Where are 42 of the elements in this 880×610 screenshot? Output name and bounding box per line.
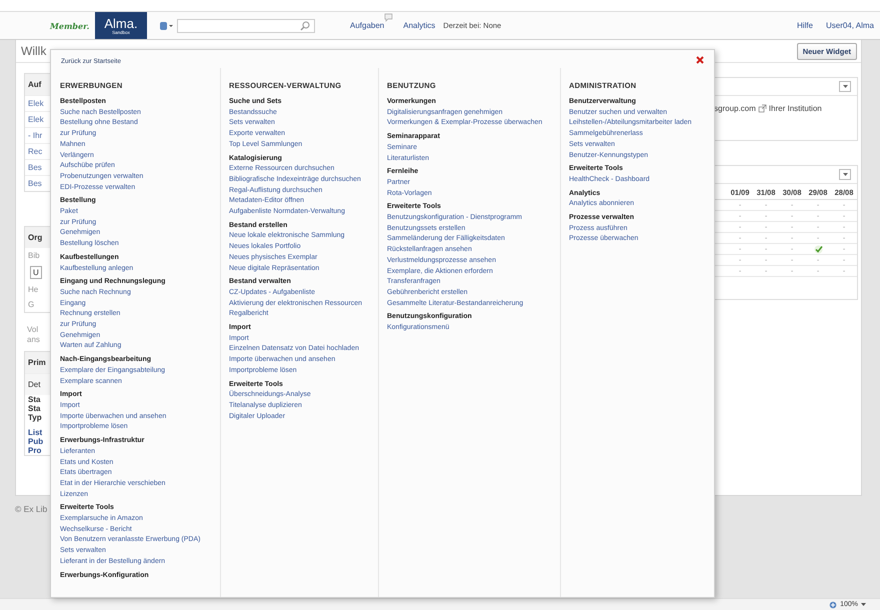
widget-link[interactable]: Rec — [28, 147, 42, 156]
widget-link[interactable]: Bes — [28, 179, 42, 188]
note-text: Vol — [27, 325, 38, 334]
search-field[interactable] — [177, 18, 315, 32]
widget-link[interactable]: Bes — [28, 163, 42, 172]
widget-title: Prim — [28, 358, 46, 367]
widget-link[interactable]: Pub — [28, 437, 44, 446]
nav-link[interactable]: Analytics — [403, 21, 436, 30]
nav-link[interactable]: Aufgaben — [350, 21, 384, 30]
field-label: Sta — [28, 395, 40, 404]
note-text: ans — [27, 335, 40, 344]
widget-text: sgroup.com — [714, 104, 756, 113]
copyright-text: © Ex Lib — [15, 504, 48, 514]
input-field[interactable]: U — [30, 266, 42, 279]
field-label: Sta — [28, 404, 40, 413]
field-label: Typ — [28, 413, 42, 422]
speech-bubble-icon — [384, 13, 394, 22]
widget-link[interactable]: - Ihr — [28, 131, 42, 140]
caret-icon — [842, 85, 848, 88]
header-link[interactable]: User04, Alma — [826, 21, 874, 30]
widget-link[interactable]: List — [28, 428, 42, 437]
widget-link[interactable]: Elek — [28, 99, 44, 108]
page-title: Willk — [21, 44, 46, 58]
database-icon — [159, 20, 173, 31]
caret-icon — [842, 173, 848, 176]
widget-link[interactable]: Pro — [28, 446, 42, 455]
widget-title: Org — [28, 233, 42, 242]
dropdown-button[interactable] — [839, 169, 851, 180]
header-link[interactable]: Hilfe — [796, 21, 813, 30]
widget-text: Bib — [28, 251, 40, 260]
widget-link[interactable]: Elek — [28, 115, 44, 124]
search-icon — [300, 20, 310, 30]
external-link-icon — [758, 104, 767, 113]
brand-logo: Member. — [50, 20, 90, 30]
caret-icon — [861, 603, 866, 606]
close-icon — [696, 56, 704, 64]
section-header: Det — [28, 380, 40, 389]
widget-text: G — [28, 300, 34, 309]
widget-text: He — [28, 285, 38, 294]
widget-title: Auf — [28, 80, 42, 89]
widget-link[interactable]: Ihrer Institution — [768, 104, 822, 113]
dropdown-button[interactable] — [839, 81, 851, 92]
